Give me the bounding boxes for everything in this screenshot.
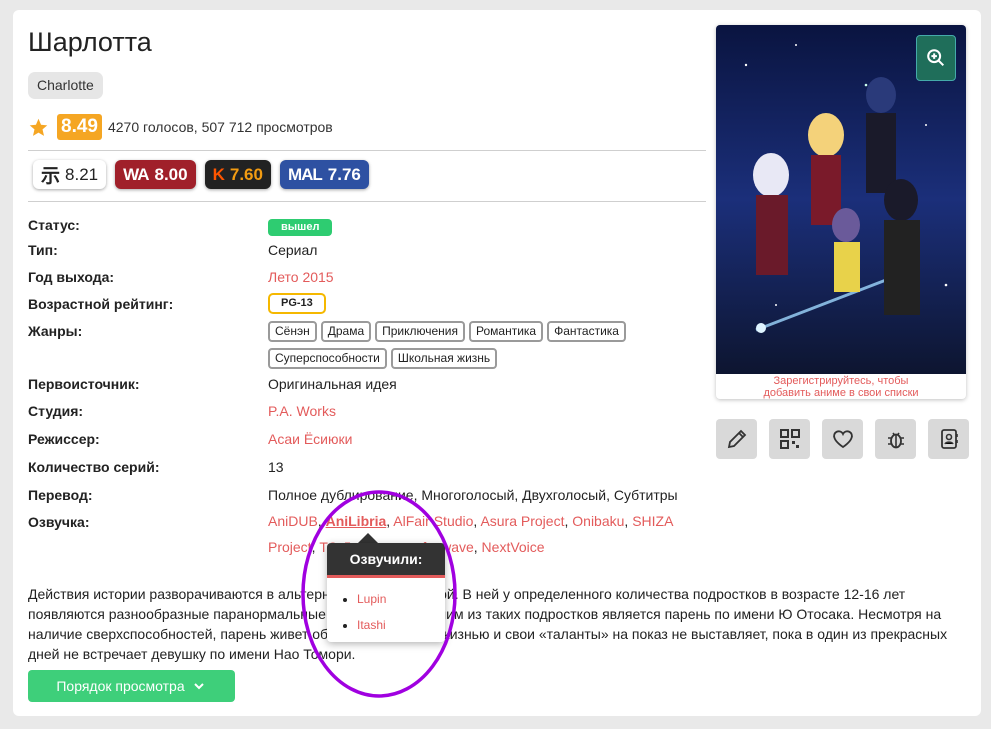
source-value: Оригинальная идея — [268, 376, 397, 392]
year-link[interactable]: Лето 2015 — [268, 269, 334, 285]
genre-tag[interactable]: Фантастика — [547, 321, 626, 342]
genre-tag[interactable]: Школьная жизнь — [390, 348, 498, 369]
kinopoisk-rating[interactable]: K 7.60 — [204, 160, 271, 189]
dub-link[interactable]: NextVoice — [482, 539, 545, 555]
studio-label: Студия: — [28, 403, 84, 419]
director-link[interactable]: Асаи Ёсиюки — [268, 431, 352, 447]
worldart-value: 8.00 — [154, 164, 188, 184]
type-label: Тип: — [28, 242, 58, 258]
episodes-value: 13 — [268, 459, 284, 475]
mal-logo: MAL — [287, 164, 323, 184]
favorite-button[interactable] — [822, 419, 863, 459]
worldart-rating[interactable]: WA 8.00 — [115, 160, 196, 189]
shikimori-rating[interactable]: 示 8.21 — [33, 160, 107, 189]
kinopoisk-logo: K — [212, 164, 225, 184]
status-label: Статус: — [28, 217, 80, 233]
heart-icon — [832, 430, 853, 449]
zoom-icon — [927, 49, 945, 67]
source-label: Первоисточник: — [28, 376, 140, 392]
anime-card: Шарлотта Charlotte 8.49 4270 голосов, 50… — [13, 10, 981, 716]
genre-tag[interactable]: Суперспособности — [268, 348, 387, 369]
star-icon[interactable] — [28, 117, 49, 138]
genre-tag[interactable]: Романтика — [469, 321, 544, 342]
description: Действия истории разворачиваются в альте… — [28, 586, 948, 662]
poster: Зарегистрируйтесь, чтобы добавить аниме … — [716, 25, 966, 399]
action-buttons — [716, 419, 969, 459]
register-prompt[interactable]: Зарегистрируйтесь, чтобы добавить аниме … — [716, 375, 966, 399]
divider — [28, 150, 706, 151]
translation-label: Перевод: — [28, 487, 93, 503]
dub-link[interactable]: Asura Project — [480, 513, 564, 529]
year-label: Год выхода: — [28, 269, 115, 285]
edit-button[interactable] — [716, 419, 757, 459]
status-badge: вышел — [268, 219, 333, 236]
watch-order-button[interactable]: Порядок просмотра — [28, 670, 235, 702]
age-label: Возрастной рейтинг: — [28, 296, 174, 312]
genres-label: Жанры: — [28, 323, 83, 339]
worldart-logo: WA — [123, 164, 149, 184]
type-value: Сериал — [268, 242, 318, 258]
external-ratings: 示 8.21 WA 8.00 K 7.60 MAL 7.76 — [33, 160, 369, 189]
shikimori-logo: 示 — [41, 166, 60, 187]
annotation-circle — [301, 490, 457, 698]
votes-text: 4270 голосов, 507 712 просмотров — [107, 119, 333, 135]
dub-link[interactable]: Onibaku — [572, 513, 624, 529]
genre-tag[interactable]: Драма — [320, 321, 372, 342]
studio-link[interactable]: P.A. Works — [268, 403, 336, 419]
episodes-label: Количество серий: — [28, 459, 160, 475]
genre-list: Сёнэн Драма Приключения Романтика Фантас… — [268, 321, 688, 369]
age-badge: PG-13 — [268, 293, 326, 314]
qr-icon — [779, 429, 800, 449]
dub-label: Озвучка: — [28, 514, 90, 530]
page-title: Шарлотта — [28, 27, 152, 57]
register-line-2: добавить аниме в свои списки — [763, 387, 919, 399]
edit-icon — [727, 429, 746, 449]
register-line-1: Зарегистрируйтесь, чтобы — [773, 375, 909, 387]
alt-title: Charlotte — [28, 72, 103, 99]
kinopoisk-value: 7.60 — [229, 164, 263, 184]
report-bug-button[interactable] — [875, 419, 916, 459]
divider — [28, 201, 706, 202]
genre-tag[interactable]: Сёнэн — [268, 321, 317, 342]
genre-tag[interactable]: Приключения — [375, 321, 466, 342]
shikimori-value: 8.21 — [65, 164, 99, 184]
zoom-button[interactable] — [916, 35, 956, 81]
mal-rating[interactable]: MAL 7.76 — [279, 160, 369, 189]
contacts-icon — [940, 429, 958, 449]
director-label: Режиссер: — [28, 431, 100, 447]
qr-button[interactable] — [769, 419, 810, 459]
chevron-down-icon — [193, 683, 204, 690]
watch-order-label: Порядок просмотра — [56, 678, 185, 694]
rating-row: 8.49 4270 голосов, 507 712 просмотров — [28, 114, 333, 140]
mal-value: 7.76 — [327, 164, 361, 184]
score-badge: 8.49 — [57, 114, 102, 140]
bug-icon — [887, 432, 904, 449]
contacts-button[interactable] — [928, 419, 969, 459]
